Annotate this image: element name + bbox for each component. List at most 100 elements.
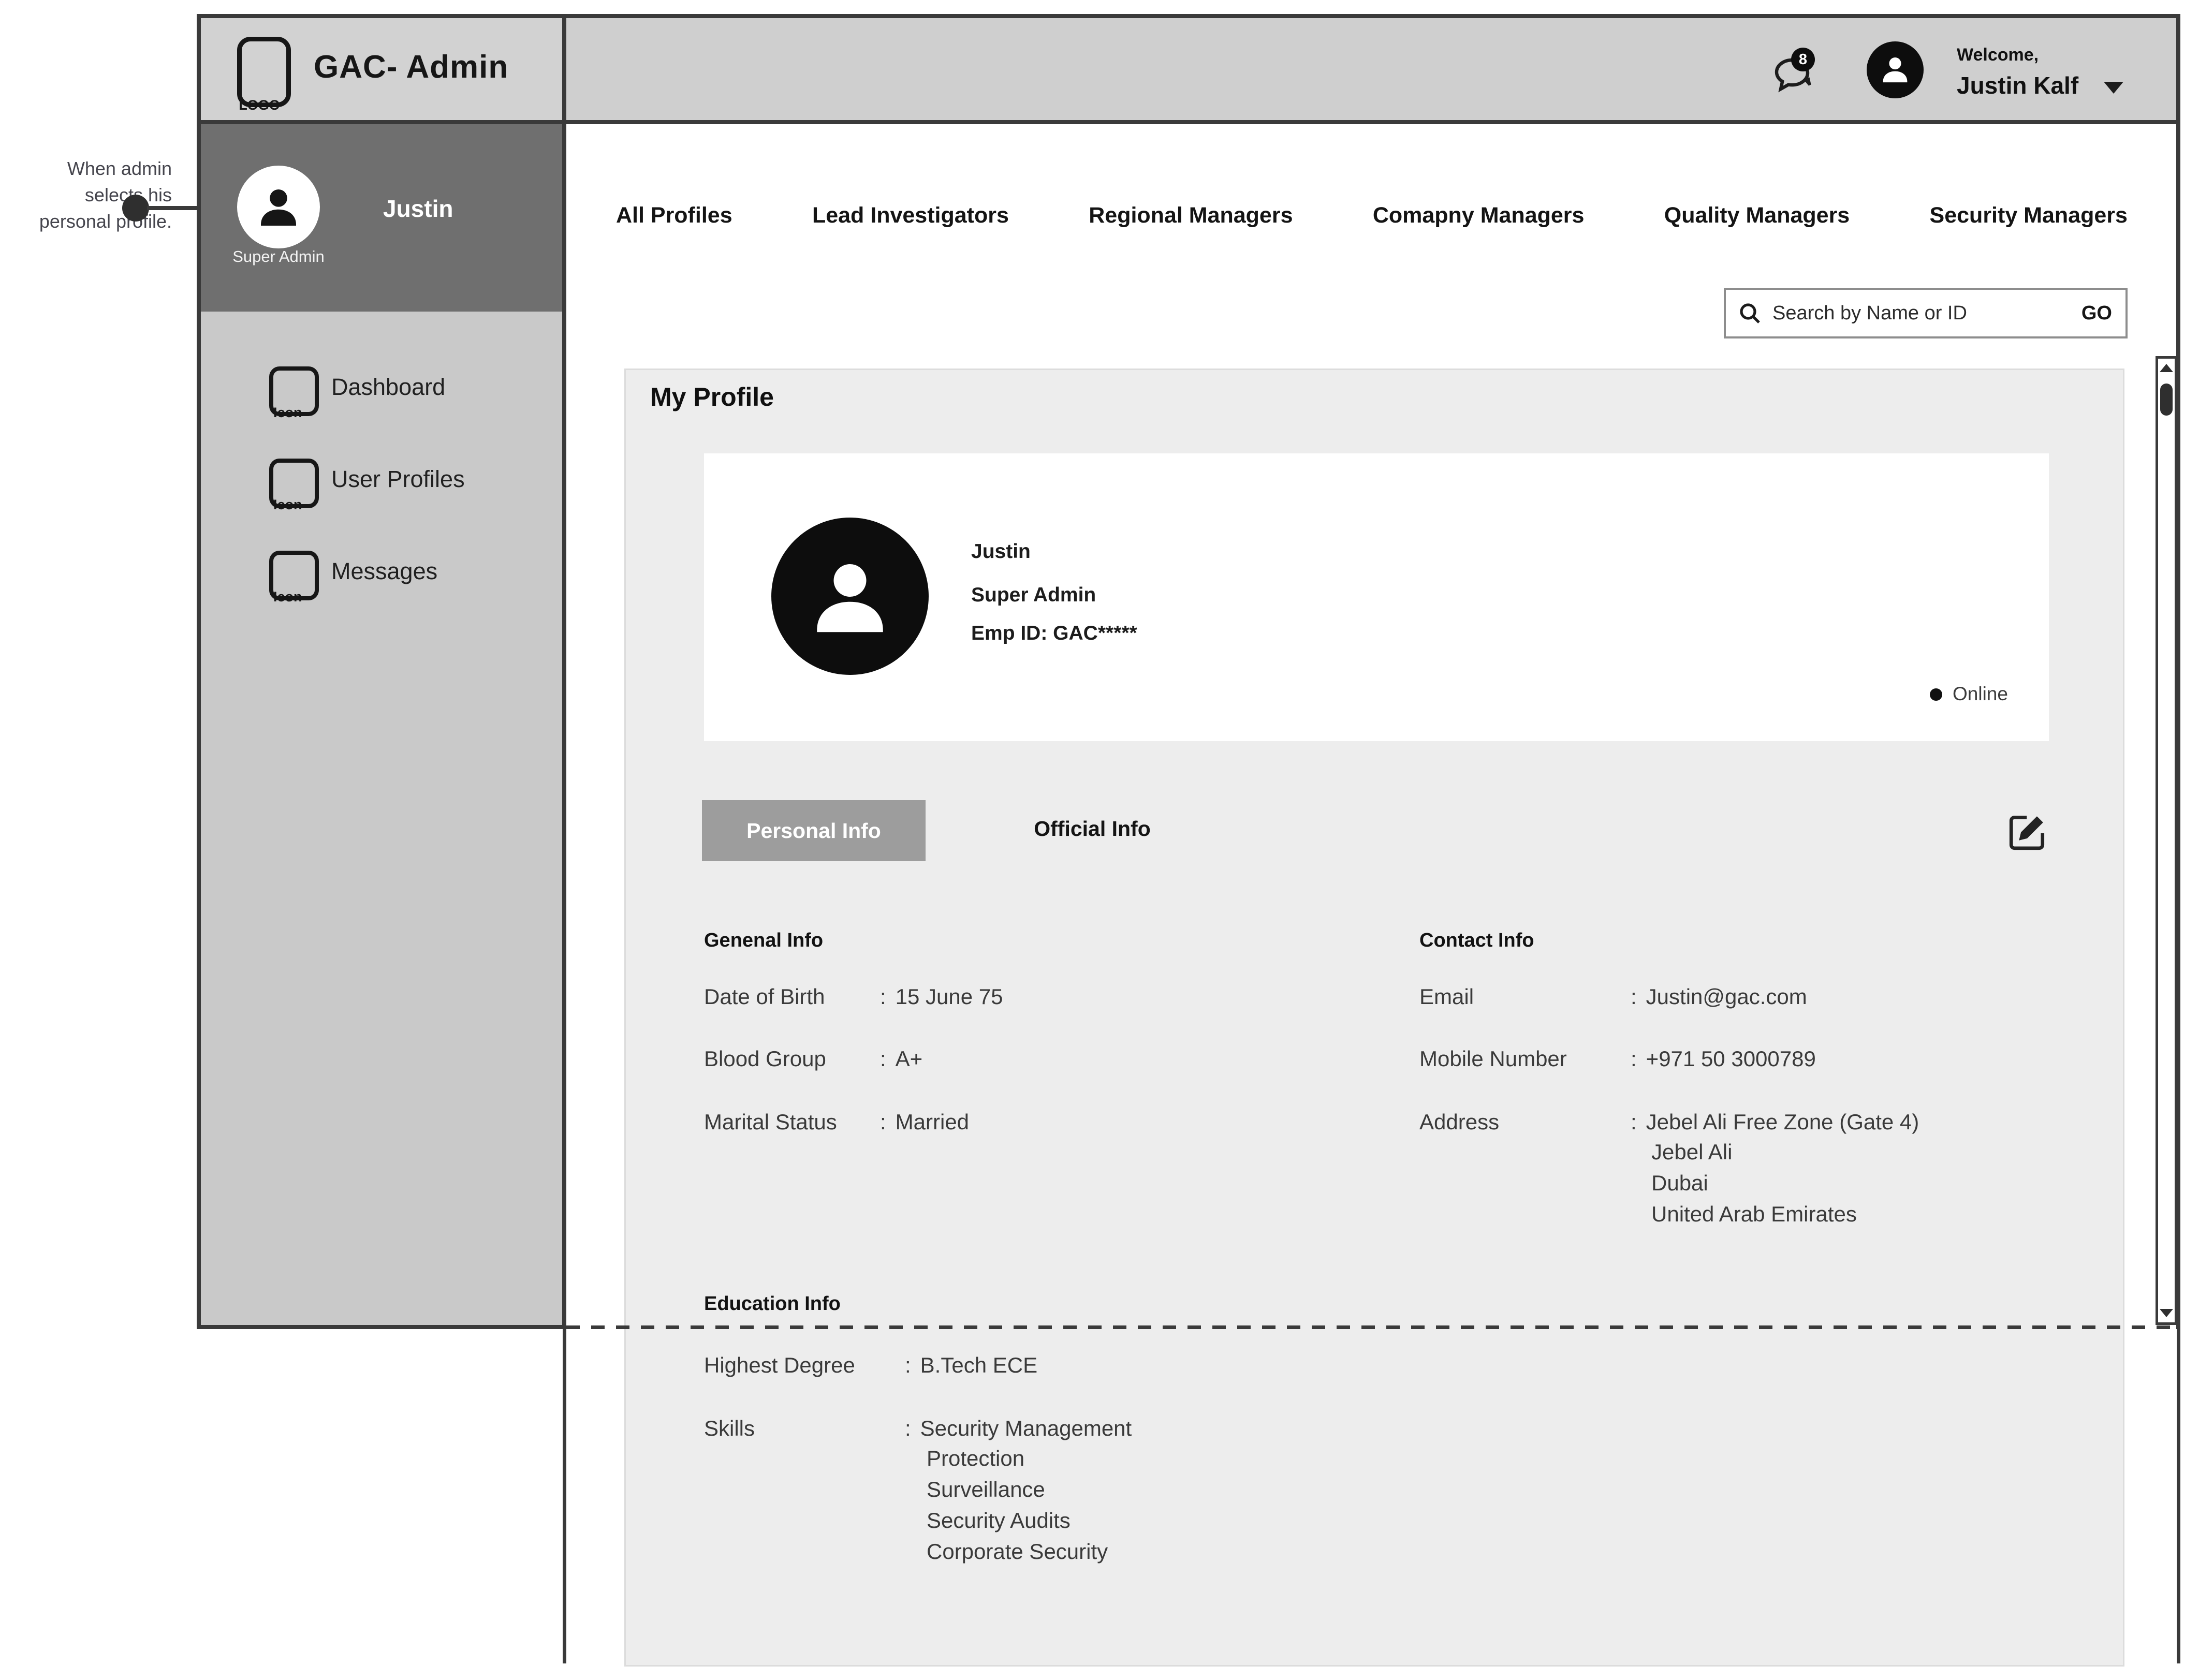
sidebar-item-label: User Profiles	[331, 466, 465, 493]
sidebar-item-user-profiles[interactable]	[201, 449, 562, 537]
search-icon	[1737, 301, 1762, 326]
person-icon	[1878, 52, 1912, 89]
app-title: GAC- Admin	[314, 49, 508, 85]
icon-caption: Icon	[273, 497, 302, 513]
field-value: 15 June 75	[896, 983, 1003, 1010]
sidebar-user-avatar[interactable]	[237, 166, 320, 248]
header-user-avatar[interactable]	[1867, 41, 1924, 98]
notification-count-badge: 8	[1791, 48, 1815, 71]
header-bottom-border	[197, 120, 2180, 124]
logo-caption: LOGO	[231, 97, 288, 113]
colon: :	[1631, 1045, 1637, 1072]
field-value: +971 50 3000789	[1646, 1045, 1816, 1072]
profile-card-name: Justin	[971, 540, 1031, 563]
person-icon	[803, 549, 897, 644]
contact-info-heading: Contact Info	[1419, 930, 1534, 952]
address-line: Jebel Ali	[1651, 1140, 1732, 1165]
skill-line: Protection	[927, 1446, 1024, 1471]
window-border-top	[197, 14, 2180, 18]
icon-caption: Icon	[273, 405, 302, 421]
field-label: Marital Status	[704, 1109, 880, 1136]
user-menu-caret-icon[interactable]	[2104, 82, 2123, 94]
annotation-note: When admin selects his personal profile.	[11, 155, 172, 234]
info-row-date-of-birth: Date of Birth : 15 June 75	[704, 983, 1003, 1010]
education-info-heading: Education Info	[704, 1293, 841, 1315]
sidebar-bottom-border	[197, 1325, 566, 1329]
tab-quality-managers[interactable]: Quality Managers	[1664, 203, 1850, 228]
search-bar: GO	[1724, 288, 2128, 338]
icon-caption: Icon	[273, 589, 302, 605]
colon: :	[1631, 1109, 1637, 1136]
profile-card-avatar	[771, 518, 929, 675]
tab-personal-info[interactable]: Personal Info	[702, 800, 926, 861]
page: When admin selects his personal profile.…	[0, 0, 2199, 1680]
colon: :	[1631, 983, 1637, 1010]
field-label: Blood Group	[704, 1045, 880, 1072]
colon: :	[880, 1109, 886, 1136]
fold-left-edge	[563, 1329, 566, 1663]
edit-profile-button[interactable]	[2005, 810, 2049, 854]
person-icon	[254, 181, 303, 233]
skill-line: Surveillance	[927, 1477, 1045, 1502]
page-fold-dashed-line	[566, 1325, 2176, 1329]
page-title: My Profile	[650, 382, 774, 412]
tab-security-managers[interactable]: Security Managers	[1930, 203, 2128, 228]
sidebar-item-messages[interactable]	[201, 541, 562, 629]
field-value: Jebel Ali Free Zone (Gate 4)	[1646, 1109, 1919, 1136]
info-row-address: Address : Jebel Ali Free Zone (Gate 4)	[1419, 1109, 1919, 1136]
info-row-email: Email : Justin@gac.com	[1419, 983, 1807, 1010]
search-input[interactable]	[1771, 302, 2043, 325]
fold-right-edge	[2177, 1329, 2180, 1663]
info-row-marital-status: Marital Status : Married	[704, 1109, 969, 1136]
sidebar-profile-role: Super Admin	[222, 247, 335, 266]
info-row-mobile-number: Mobile Number : +971 50 3000789	[1419, 1045, 1816, 1072]
sidebar-item-dashboard[interactable]	[201, 357, 562, 445]
scroll-up-arrow-icon[interactable]	[2160, 364, 2173, 372]
profile-card-role: Super Admin	[971, 584, 1096, 607]
skill-line: Corporate Security	[927, 1539, 1108, 1564]
info-row-blood-group: Blood Group : A+	[704, 1045, 922, 1072]
field-label: Highest Degree	[704, 1352, 905, 1379]
chat-bubble-icon	[1769, 93, 1819, 101]
field-value: B.Tech ECE	[920, 1352, 1037, 1379]
colon: :	[880, 983, 886, 1010]
welcome-prefix: Welcome,	[1957, 45, 2039, 65]
colon: :	[880, 1045, 886, 1072]
window-border-left	[197, 14, 201, 1329]
field-label: Address	[1419, 1109, 1631, 1136]
sidebar-item-label: Dashboard	[331, 374, 445, 401]
address-line: Dubai	[1651, 1171, 1708, 1196]
sidebar-divider	[562, 18, 566, 1325]
field-value: A+	[896, 1045, 923, 1072]
field-value: Married	[896, 1109, 969, 1136]
profile-filter-tabs: All Profiles Lead Investigators Regional…	[616, 193, 2128, 238]
address-line: United Arab Emirates	[1651, 1202, 1857, 1227]
field-label: Skills	[704, 1415, 905, 1442]
annotation-connector-dot	[122, 195, 149, 222]
logo-icon	[237, 37, 291, 107]
info-row-highest-degree: Highest Degree : B.Tech ECE	[704, 1352, 1037, 1379]
header-right-area	[566, 18, 2176, 120]
sidebar-profile-name: Justin	[383, 195, 453, 223]
scrollbar[interactable]	[2156, 356, 2177, 1325]
field-value: Security Management	[920, 1415, 1132, 1442]
tab-company-managers[interactable]: Comapny Managers	[1373, 203, 1585, 228]
colon: :	[905, 1415, 911, 1442]
tab-lead-investigators[interactable]: Lead Investigators	[812, 203, 1009, 228]
field-label: Date of Birth	[704, 983, 880, 1010]
tab-official-info[interactable]: Official Info	[1009, 817, 1175, 841]
online-status-label: Online	[1953, 683, 2008, 705]
scroll-down-arrow-icon[interactable]	[2160, 1309, 2173, 1317]
tab-all-profiles[interactable]: All Profiles	[616, 203, 732, 228]
header-user-name: Justin Kalf	[1957, 71, 2078, 99]
field-label: Email	[1419, 983, 1631, 1010]
skill-line: Security Audits	[927, 1508, 1071, 1533]
colon: :	[905, 1352, 911, 1379]
scrollbar-thumb[interactable]	[2160, 384, 2173, 416]
sidebar-item-label: Messages	[331, 558, 437, 585]
edit-pencil-icon	[2005, 847, 2049, 856]
search-go-button[interactable]: GO	[2081, 302, 2112, 325]
field-value: Justin@gac.com	[1646, 983, 1807, 1010]
general-info-heading: Genenal Info	[704, 930, 823, 952]
tab-regional-managers[interactable]: Regional Managers	[1089, 203, 1293, 228]
